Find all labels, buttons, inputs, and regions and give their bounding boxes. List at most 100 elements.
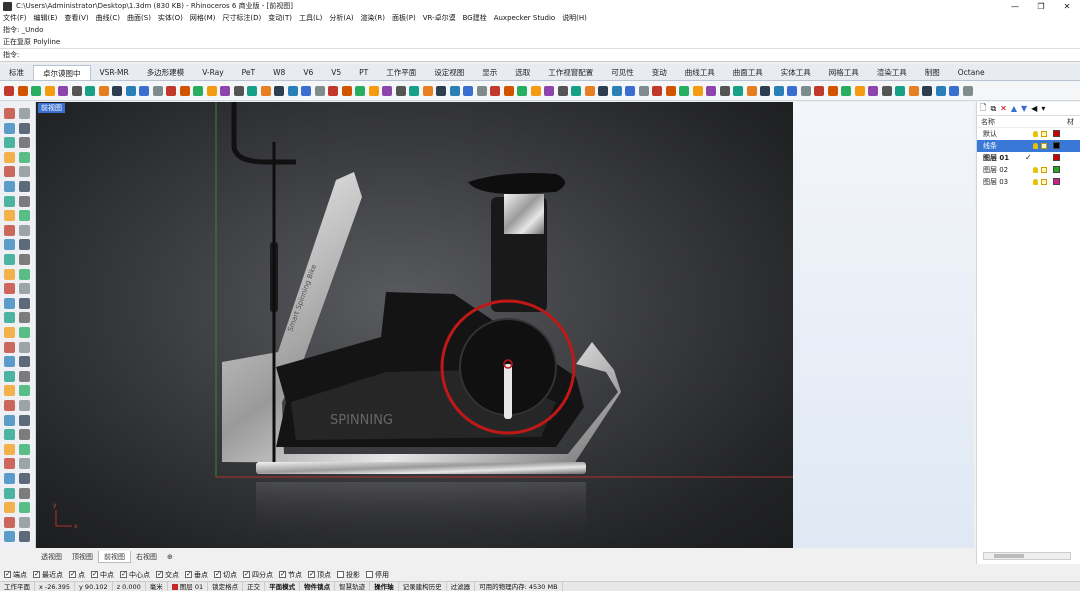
toolbox-tool-icon[interactable] [19, 195, 30, 207]
toolbar-tool-icon[interactable] [800, 85, 811, 96]
toolbar-tool-icon[interactable] [827, 85, 838, 96]
checkbox[interactable] [214, 570, 221, 578]
toolbar-tool-icon[interactable] [773, 85, 784, 96]
toolbar-tool-icon[interactable] [476, 85, 487, 96]
toolbar-tool-icon[interactable] [328, 85, 338, 96]
toolbar-tool-icon[interactable] [463, 85, 473, 96]
toolbox-tool-icon[interactable] [19, 151, 30, 163]
toolbar-tool-icon[interactable] [638, 85, 649, 96]
toolbox-tool-icon[interactable] [19, 400, 30, 411]
lock-icon[interactable] [1041, 131, 1047, 137]
toolbar-tool-icon[interactable] [503, 85, 514, 96]
layers-scrollbar[interactable] [983, 552, 1071, 560]
toolbar-tool-icon[interactable] [530, 85, 541, 96]
menu-view[interactable]: 查看(V) [64, 13, 88, 23]
toolbar-tool-icon[interactable] [206, 85, 217, 96]
menu-vr[interactable]: VR-卓尔谟 [423, 13, 456, 23]
toolbar-tool-icon[interactable] [584, 85, 595, 96]
toolbar-tool-icon[interactable] [112, 85, 122, 96]
toolbar-tool-icon[interactable] [368, 85, 379, 96]
toolbox-tool-icon[interactable] [19, 487, 30, 499]
toolbar-tool-icon[interactable] [247, 85, 257, 96]
toolbar-tool-icon[interactable] [746, 85, 757, 96]
toolbox-tool-icon[interactable] [4, 283, 15, 295]
toolbox-tool-icon[interactable] [19, 429, 30, 441]
toolbox-tool-icon[interactable] [4, 327, 15, 338]
tab-vray[interactable]: V-Ray [193, 65, 232, 80]
toolbar-tool-icon[interactable] [301, 85, 311, 96]
tab-top[interactable]: 顶视图 [67, 551, 98, 563]
toolbox-tool-icon[interactable] [19, 502, 30, 514]
toolbar-tool-icon[interactable] [719, 85, 730, 96]
lightbulb-icon[interactable] [1033, 143, 1038, 149]
layer-row[interactable]: 图层 02 [977, 164, 1080, 176]
toolbar-tool-icon[interactable] [436, 85, 446, 96]
toolbox-tool-icon[interactable] [4, 502, 15, 514]
osnap-tangent[interactable]: 切点 [214, 570, 237, 580]
toolbar-tool-icon[interactable] [58, 85, 68, 96]
menu-file[interactable]: 文件(F) [3, 13, 27, 23]
toolbox-tool-icon[interactable] [19, 414, 30, 426]
toolbar-tool-icon[interactable] [557, 85, 568, 96]
tab-octane[interactable]: Octane [949, 65, 994, 80]
down-icon[interactable]: ▼ [1021, 104, 1027, 113]
toolbox-tool-icon[interactable] [19, 312, 30, 324]
tab-setview[interactable]: 设定视图 [425, 65, 473, 80]
layer-row[interactable]: 图层 03 [977, 176, 1080, 188]
toolbox-tool-icon[interactable] [4, 487, 15, 499]
toolbox-tool-icon[interactable] [4, 151, 15, 163]
layer-color-swatch[interactable] [1053, 130, 1060, 137]
tab-visibility[interactable]: 可见性 [602, 65, 643, 80]
checkbox[interactable] [308, 570, 315, 578]
toolbar-tool-icon[interactable] [17, 85, 28, 96]
checkbox[interactable] [156, 570, 163, 578]
toolbox-tool-icon[interactable] [4, 370, 15, 382]
toolbar-tool-icon[interactable] [841, 85, 851, 96]
toolbar-tool-icon[interactable] [787, 85, 797, 96]
layer-color-swatch[interactable] [1053, 166, 1060, 173]
menu-auxpecker[interactable]: Auxpecker Studio [494, 14, 555, 22]
osnap-intersection[interactable]: 交点 [156, 570, 179, 580]
osnap-center[interactable]: 中心点 [120, 570, 150, 580]
tab-curve-tools[interactable]: 曲线工具 [676, 65, 724, 80]
filter-icon[interactable]: ◀ [1031, 104, 1037, 113]
tab-v6[interactable]: V6 [294, 65, 322, 80]
toolbox-tool-icon[interactable] [4, 443, 15, 455]
toolbar-tool-icon[interactable] [922, 85, 932, 96]
tab-transform[interactable]: 变动 [643, 65, 676, 80]
menu-analyze[interactable]: 分析(A) [329, 13, 353, 23]
add-viewport-tab-icon[interactable]: ⊕ [162, 551, 178, 563]
osnap-quad[interactable]: 四分点 [243, 570, 273, 580]
tab-v5[interactable]: V5 [322, 65, 350, 80]
toolbar-tool-icon[interactable] [125, 85, 136, 96]
tab-surface-tools[interactable]: 曲面工具 [724, 65, 772, 80]
toolbox-tool-icon[interactable] [19, 239, 30, 251]
osnap-disable[interactable]: 停用 [366, 570, 389, 580]
toolbar-tool-icon[interactable] [733, 85, 743, 96]
toolbar-tool-icon[interactable] [652, 85, 662, 96]
lightbulb-icon[interactable] [1033, 167, 1038, 173]
toolbar-tool-icon[interactable] [544, 85, 554, 96]
menu-bg[interactable]: BG建栓 [463, 13, 487, 23]
lightbulb-icon[interactable] [1033, 131, 1038, 137]
toolbox-tool-icon[interactable] [19, 327, 30, 338]
toolbox-tool-icon[interactable] [4, 297, 15, 309]
tab-drafting[interactable]: 制图 [916, 65, 949, 80]
toolbox-tool-icon[interactable] [4, 268, 15, 280]
toolbar-tool-icon[interactable] [4, 85, 14, 96]
status-planar[interactable]: 平面模式 [265, 581, 301, 591]
toolbar-tool-icon[interactable] [706, 85, 716, 96]
status-osnap[interactable]: 物件锁点 [300, 581, 336, 591]
osnap-point[interactable]: 点 [69, 570, 85, 580]
toolbox-tool-icon[interactable] [19, 356, 30, 368]
toolbox-tool-icon[interactable] [4, 108, 15, 119]
tab-vsr-mr[interactable]: VSR-MR [91, 65, 138, 80]
toolbar-tool-icon[interactable] [166, 85, 176, 96]
lock-icon[interactable] [1041, 167, 1047, 173]
toolbox-tool-icon[interactable] [19, 166, 30, 178]
toolbar-tool-icon[interactable] [220, 85, 230, 96]
toolbar-tool-icon[interactable] [625, 85, 635, 96]
tab-polygon[interactable]: 多边形建模 [138, 65, 194, 80]
status-filter[interactable]: 过滤器 [447, 581, 476, 591]
checkbox[interactable] [337, 571, 344, 578]
